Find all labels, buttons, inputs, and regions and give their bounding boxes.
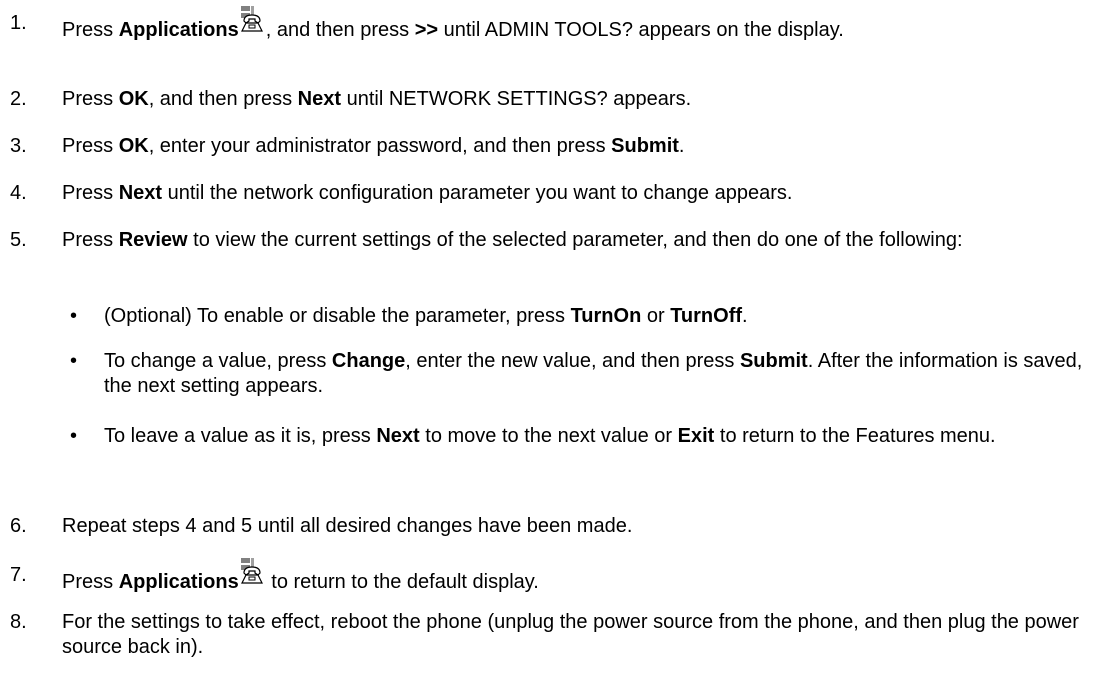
key-name: OK <box>118 135 149 157</box>
applications-phone-icon <box>239 558 266 590</box>
instructions-page: 1. Press Applications , and then press >… <box>0 0 1106 687</box>
key-name: Next <box>118 182 163 204</box>
step-number: 5. <box>10 229 27 251</box>
step-text: Press OK, enter your administrator passw… <box>62 135 685 157</box>
step-number: 6. <box>10 515 27 537</box>
step-text: Press Next until the network configurati… <box>62 182 793 204</box>
key-name: Exit <box>677 425 715 447</box>
key-name: Applications <box>118 571 239 593</box>
step-text: For the settings to take effect, reboot … <box>62 611 1079 658</box>
bullet-icon: • <box>70 425 78 447</box>
step-text: Repeat steps 4 and 5 until all desired c… <box>62 515 633 537</box>
key-name: TurnOff <box>670 305 743 327</box>
step-text: Press Applications , and then press >> u… <box>62 6 1092 43</box>
key-name: OK <box>118 88 149 110</box>
step-number: 3. <box>10 135 27 157</box>
step-text: Press OK, and then press Next until NETW… <box>62 88 692 110</box>
key-name: Submit <box>611 135 679 157</box>
step-text: Press Review to view the current setting… <box>62 229 963 251</box>
key-name: TurnOn <box>570 305 642 327</box>
step-number: 8. <box>10 611 27 633</box>
option-text: To leave a value as it is, press Next to… <box>104 425 996 447</box>
bullet-icon: • <box>70 350 78 372</box>
option-text: To change a value, press Change, enter t… <box>104 350 1083 397</box>
key-name: Next <box>297 88 342 110</box>
key-name: Change <box>331 350 406 372</box>
step-number: 7. <box>10 564 27 586</box>
bullet-icon: • <box>70 305 78 327</box>
option-text: (Optional) To enable or disable the para… <box>104 305 748 327</box>
key-name: Next <box>376 425 420 447</box>
step-number: 2. <box>10 88 27 110</box>
step-text: Press Applications to return to the defa… <box>62 558 1092 595</box>
applications-phone-icon <box>239 6 266 38</box>
key-name: Review <box>118 229 188 251</box>
step-number: 4. <box>10 182 27 204</box>
step-number: 1. <box>10 12 27 34</box>
key-name: >> <box>414 19 439 41</box>
key-name: Applications <box>118 19 239 41</box>
key-name: Submit <box>739 350 808 372</box>
